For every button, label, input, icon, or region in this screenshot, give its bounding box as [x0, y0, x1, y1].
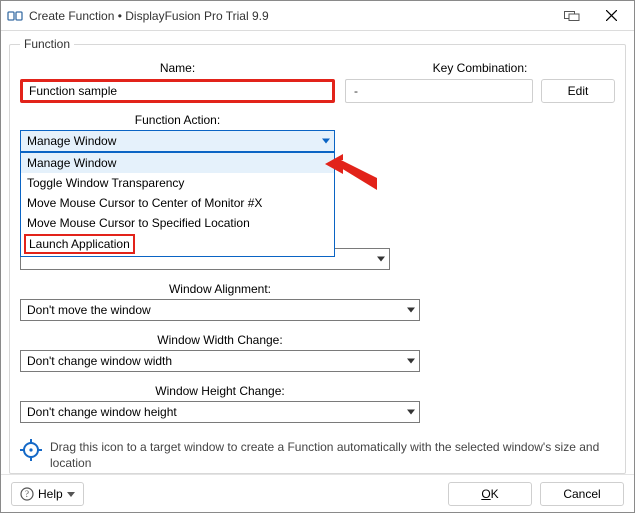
width-value: Don't change window width	[27, 354, 172, 368]
height-section: Window Height Change: Don't change windo…	[20, 384, 420, 423]
width-combo[interactable]: Don't change window width	[20, 350, 420, 372]
chevron-down-icon	[407, 359, 415, 364]
name-key-row: Name: Key Combination: - Edit	[20, 61, 615, 103]
ok-button[interactable]: OK	[448, 482, 532, 506]
cancel-button[interactable]: Cancel	[540, 482, 624, 506]
drag-hint-text: Drag this icon to a target window to cre…	[50, 439, 615, 471]
app-icon	[7, 8, 23, 24]
key-row: - Edit	[345, 79, 615, 103]
svg-text:?: ?	[25, 489, 29, 499]
action-option[interactable]: Move Mouse Cursor to Specified Location	[21, 213, 334, 233]
key-column: Key Combination: - Edit	[345, 61, 615, 103]
action-selected: Manage Window	[27, 134, 116, 148]
action-dropdown: Manage Window Toggle Window Transparency…	[20, 152, 335, 257]
dialog-footer: ? Help OK Cancel	[1, 474, 634, 512]
name-label: Name:	[20, 61, 335, 75]
name-column: Name:	[20, 61, 335, 103]
width-label: Window Width Change:	[20, 333, 420, 347]
help-button[interactable]: ? Help	[11, 482, 84, 506]
chevron-down-icon	[407, 308, 415, 313]
height-value: Don't change window height	[27, 405, 177, 419]
alignment-combo[interactable]: Don't move the window	[20, 299, 420, 321]
action-combo[interactable]: Manage Window Manage Window Toggle Windo…	[20, 130, 335, 152]
key-label: Key Combination:	[345, 61, 615, 75]
alignment-section: Window Alignment: Don't move the window	[20, 282, 420, 321]
help-label: Help	[38, 487, 63, 501]
close-button[interactable]	[589, 1, 634, 31]
chevron-down-icon	[67, 490, 75, 498]
titlebar-util-button[interactable]	[555, 1, 589, 31]
client-area: Function Name: Key Combination: - Edit F…	[1, 31, 634, 474]
action-section: Function Action: Manage Window Manage Wi…	[20, 113, 335, 152]
name-input[interactable]	[20, 79, 335, 103]
action-option[interactable]: Manage Window	[21, 153, 334, 173]
groupbox-legend: Function	[20, 37, 74, 51]
action-option[interactable]: Move Mouse Cursor to Center of Monitor #…	[21, 193, 334, 213]
function-groupbox: Function Name: Key Combination: - Edit F…	[9, 37, 626, 474]
edit-key-button[interactable]: Edit	[541, 79, 615, 103]
target-icon[interactable]	[20, 439, 42, 461]
alignment-label: Window Alignment:	[20, 282, 420, 296]
action-label: Function Action:	[20, 113, 335, 127]
titlebar: Create Function • DisplayFusion Pro Tria…	[1, 1, 634, 31]
height-combo[interactable]: Don't change window height	[20, 401, 420, 423]
help-icon: ?	[20, 487, 34, 501]
drag-hint: Drag this icon to a target window to cre…	[20, 439, 615, 471]
dialog-window: Create Function • DisplayFusion Pro Tria…	[0, 0, 635, 513]
chevron-down-icon	[407, 410, 415, 415]
height-label: Window Height Change:	[20, 384, 420, 398]
chevron-down-icon	[377, 257, 385, 262]
action-option-highlighted[interactable]: Launch Application	[21, 233, 334, 256]
window-title: Create Function • DisplayFusion Pro Tria…	[29, 9, 555, 23]
action-option[interactable]: Toggle Window Transparency	[21, 173, 334, 193]
chevron-down-icon	[322, 139, 330, 144]
alignment-value: Don't move the window	[27, 303, 151, 317]
width-section: Window Width Change: Don't change window…	[20, 333, 420, 372]
key-field[interactable]: -	[345, 79, 533, 103]
